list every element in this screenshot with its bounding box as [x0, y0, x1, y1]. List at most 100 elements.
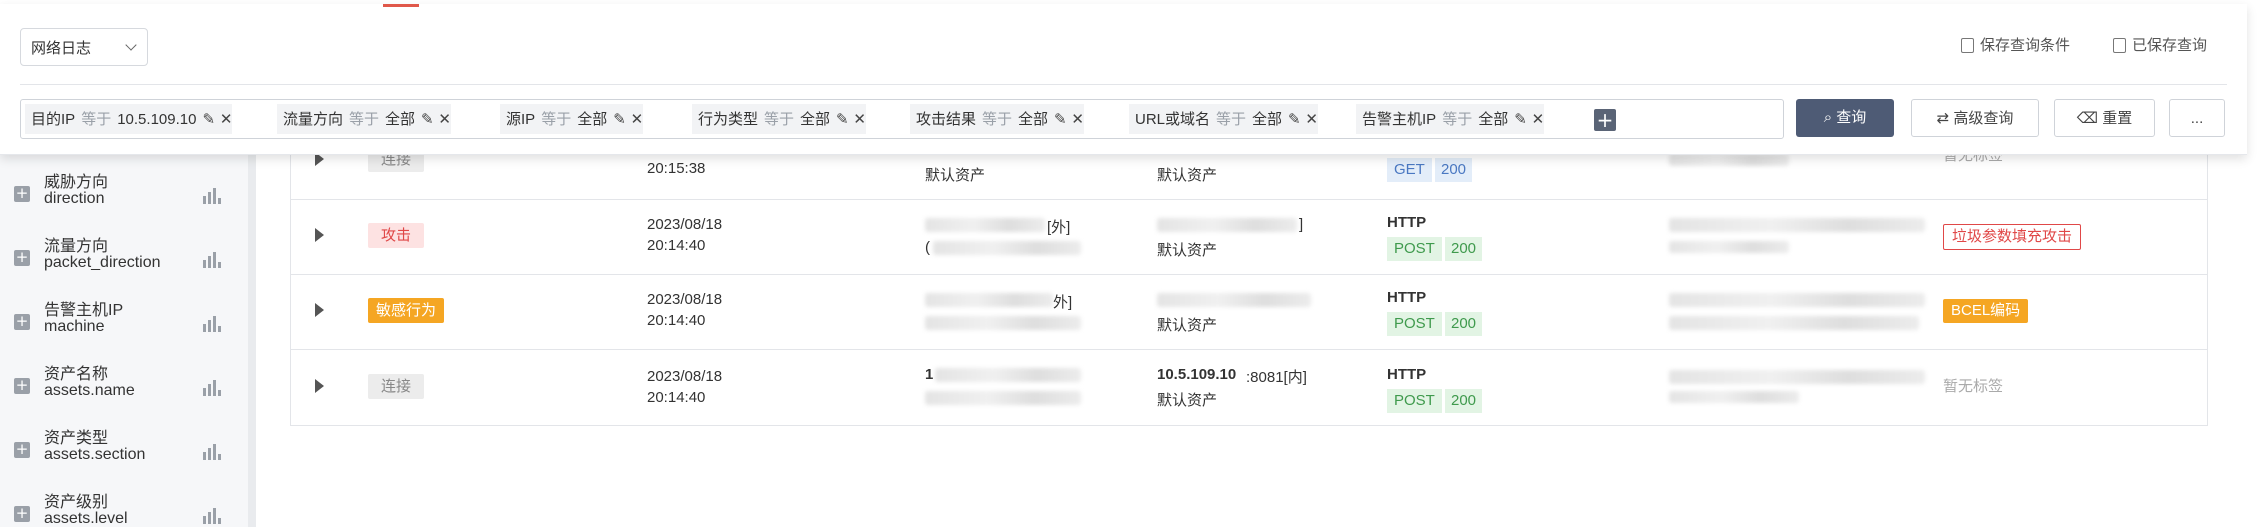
dst-zone: ]: [1299, 216, 1304, 233]
filter-value: 全部: [1252, 111, 1283, 128]
close-icon[interactable]: ✕: [1532, 110, 1545, 128]
edit-icon[interactable]: ✎: [836, 110, 849, 128]
event-type-badge: 连接: [368, 374, 425, 399]
facet-machine[interactable]: + 告警主机IP machine: [0, 286, 248, 350]
facet-assets-section[interactable]: + 资产类型 assets.section: [0, 414, 248, 478]
facet-direction[interactable]: + 威胁方向 direction: [0, 158, 248, 222]
backspace-icon: ⌫: [2076, 110, 2099, 127]
filter-value: 全部: [577, 111, 608, 128]
redacted-src-ip: [925, 293, 1053, 307]
facet-packet-direction[interactable]: + 流量方向 packet_direction: [0, 222, 248, 286]
facet-label: 威胁方向: [44, 174, 109, 191]
add-filter-button[interactable]: +: [1594, 109, 1616, 131]
filter-value: 全部: [1478, 111, 1509, 128]
close-icon[interactable]: ✕: [1071, 110, 1084, 128]
filter-chip-dst-ip[interactable]: 目的IP 等于 10.5.109.10 ✎ ✕: [25, 104, 233, 134]
filter-op: 等于: [349, 111, 380, 128]
facet-field: machine: [44, 318, 105, 335]
edit-icon[interactable]: ✎: [1288, 110, 1301, 128]
protocol: HTTP: [1387, 289, 1427, 306]
redacted-url: [1669, 218, 1925, 232]
edit-icon[interactable]: ✎: [1514, 110, 1527, 128]
event-time: 20:14:40: [647, 237, 706, 254]
bar-chart-icon[interactable]: [203, 186, 221, 204]
facet-label: 流量方向: [44, 238, 109, 255]
plus-icon[interactable]: +: [14, 378, 30, 394]
log-type-select[interactable]: 网络日志: [20, 28, 148, 66]
http-method-badge: POST: [1387, 237, 1442, 261]
src-prefix: (: [925, 239, 930, 256]
swap-icon: ⇄: [1936, 110, 1950, 127]
filter-op: 等于: [982, 111, 1013, 128]
plus-icon[interactable]: +: [14, 250, 30, 266]
bar-chart-icon[interactable]: [203, 378, 221, 396]
close-icon[interactable]: ✕: [220, 110, 233, 128]
facet-assets-level[interactable]: + 资产级别 assets.level: [0, 478, 248, 527]
event-date: 2023/08/18: [647, 216, 723, 233]
filter-op: 等于: [1216, 111, 1247, 128]
plus-icon[interactable]: +: [14, 506, 30, 522]
search-button[interactable]: ⌕ 查询: [1796, 99, 1894, 137]
filter-field: 行为类型: [698, 111, 759, 128]
plus-icon[interactable]: +: [14, 314, 30, 330]
redacted-src-ip: [925, 218, 1045, 232]
facet-assets-name[interactable]: + 资产名称 assets.name: [0, 350, 248, 414]
table-row[interactable]: 连接 2023/08/18 20:14:40 1 10.5.109.10 :80…: [291, 349, 2207, 425]
expand-arrow-icon[interactable]: [315, 228, 324, 242]
filter-op: 等于: [1442, 111, 1473, 128]
saved-queries-link[interactable]: 已保存查询: [2113, 34, 2207, 55]
bar-chart-icon[interactable]: [203, 250, 221, 268]
expand-arrow-icon[interactable]: [315, 379, 324, 393]
save-icon: [1961, 38, 1974, 53]
sidebar-scrollbar[interactable]: [248, 150, 256, 527]
event-type-badge: 敏感行为: [368, 298, 445, 323]
filter-chip-src-ip[interactable]: 源IP 等于 全部 ✎ ✕: [500, 104, 644, 134]
protocol: HTTP: [1387, 214, 1427, 231]
more-button[interactable]: ...: [2169, 99, 2225, 137]
status-code-badge: 200: [1445, 389, 1483, 413]
tag-label[interactable]: 垃圾参数填充攻击: [1943, 224, 2082, 250]
http-method-badge: POST: [1387, 312, 1442, 336]
advanced-query-button[interactable]: ⇄ 高级查询: [1911, 99, 2039, 137]
close-icon[interactable]: ✕: [1305, 110, 1318, 128]
redacted-src-asset: [925, 316, 1081, 330]
close-icon[interactable]: ✕: [438, 110, 451, 128]
edit-icon[interactable]: ✎: [613, 110, 626, 128]
table-row[interactable]: 敏感行为 2023/08/18 20:14:40 外] 默认资产 HTTP PO…: [291, 274, 2207, 350]
edit-icon[interactable]: ✎: [202, 110, 215, 128]
status-code-badge: 200: [1445, 237, 1483, 261]
filter-chip-packet-direction[interactable]: 流量方向 等于 全部 ✎ ✕: [277, 104, 451, 134]
close-icon[interactable]: ✕: [631, 110, 644, 128]
http-method-badge: GET: [1387, 158, 1432, 182]
filter-chip-alert-host-ip[interactable]: 告警主机IP 等于 全部 ✎ ✕: [1356, 104, 1545, 134]
reset-button[interactable]: ⌫ 重置: [2054, 99, 2155, 137]
saved-queries-label: 已保存查询: [2132, 37, 2208, 54]
facet-label: 资产类型: [44, 430, 109, 447]
field-sidebar: + 威胁方向 direction + 流量方向 packet_direction…: [0, 150, 249, 527]
table-row[interactable]: 攻击 2023/08/18 20:14:40 [外] ( ] 默认资产 HTTP…: [291, 199, 2207, 275]
bar-chart-icon[interactable]: [203, 314, 221, 332]
plus-icon[interactable]: +: [14, 442, 30, 458]
search-button-label: 查询: [1836, 109, 1867, 126]
facet-field: packet_direction: [44, 254, 161, 271]
close-icon[interactable]: ✕: [853, 110, 866, 128]
bar-chart-icon[interactable]: [203, 442, 221, 460]
bar-chart-icon[interactable]: [203, 506, 221, 524]
filter-chip-attack-result[interactable]: 攻击结果 等于 全部 ✎ ✕: [910, 104, 1084, 134]
filter-bar[interactable]: 目的IP 等于 10.5.109.10 ✎ ✕ 流量方向 等于 全部 ✎ ✕ 源IP 等于 全部…: [20, 99, 1784, 139]
redacted-src-asset: [925, 391, 1081, 405]
src-ip-prefix: 1: [925, 366, 934, 383]
facet-field: assets.section: [44, 446, 146, 463]
filter-chip-behavior-type[interactable]: 行为类型 等于 全部 ✎ ✕: [692, 104, 866, 134]
dst-asset: 默认资产: [1157, 242, 1218, 259]
filter-chip-url-domain[interactable]: URL或域名 等于 全部 ✎ ✕: [1129, 104, 1318, 134]
expand-arrow-icon[interactable]: [315, 303, 324, 317]
redacted-url: [1669, 370, 1925, 384]
redacted-url: [1669, 391, 1799, 403]
filter-field: URL或域名: [1135, 111, 1211, 128]
save-query-link[interactable]: 保存查询条件: [1961, 34, 2070, 55]
edit-icon[interactable]: ✎: [421, 110, 434, 128]
plus-icon[interactable]: +: [14, 186, 30, 202]
edit-icon[interactable]: ✎: [1054, 110, 1067, 128]
tag-label[interactable]: BCEL编码: [1943, 299, 2029, 323]
